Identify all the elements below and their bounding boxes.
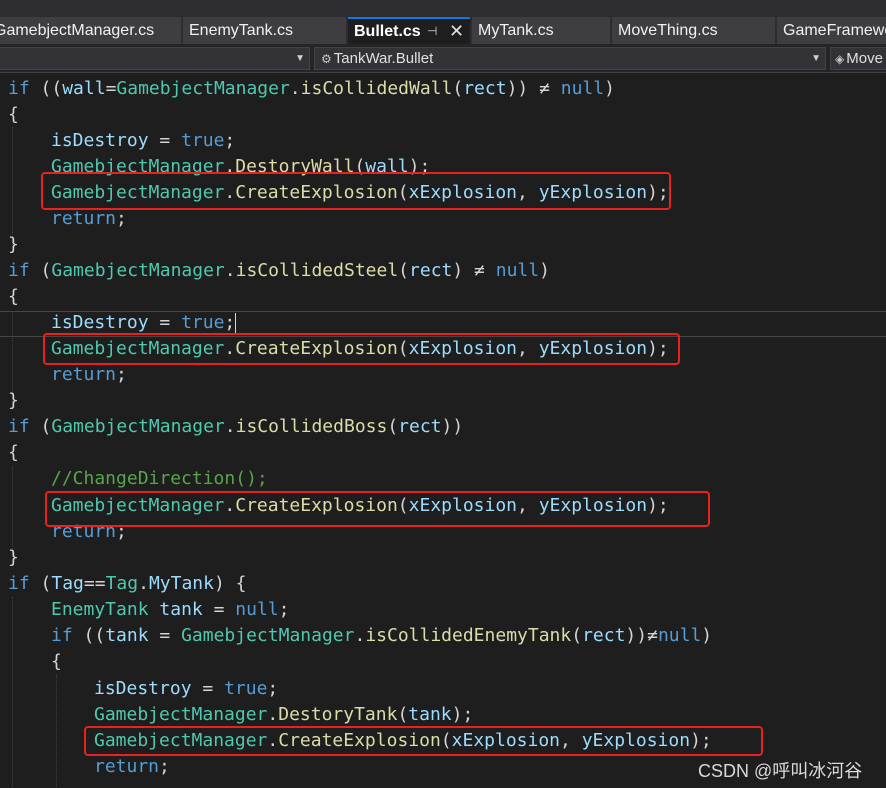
navigation-bar: ▼ ⚙ TankWar.Bullet ▼ ◈ Move — [0, 44, 886, 73]
class-icon: ⚙ — [321, 52, 332, 66]
tab-label: Bullet.cs — [354, 23, 421, 40]
class-dropdown[interactable]: ⚙ TankWar.Bullet ▼ — [314, 47, 826, 70]
highlight-box — [84, 726, 763, 756]
class-dropdown-label: TankWar.Bullet — [333, 50, 434, 67]
code-line: } — [8, 547, 19, 568]
tab-label: GameFramework.cs — [783, 22, 886, 39]
code-line: if (GamebjectManager.isCollidedBoss(rect… — [8, 416, 464, 437]
code-line: } — [8, 390, 19, 411]
tab-enemytank[interactable]: EnemyTank.cs — [183, 17, 346, 44]
code-line: { — [8, 442, 19, 463]
chevron-down-icon: ▼ — [295, 53, 305, 64]
tab-gamebjectmanager[interactable]: GamebjectManager.cs — [0, 17, 181, 44]
tab-bullet[interactable]: Bullet.cs ⊣ ✕ — [348, 17, 470, 44]
code-line: //ChangeDirection(); — [51, 468, 268, 489]
member-dropdown[interactable]: ◈ Move — [830, 47, 886, 70]
project-dropdown[interactable]: ▼ — [0, 47, 310, 70]
code-line: if ((wall=GamebjectManager.isCollidedWal… — [8, 78, 615, 99]
member-dropdown-label: Move — [846, 50, 883, 67]
highlight-box — [43, 333, 680, 365]
code-line: if (Tag==Tag.MyTank) { — [8, 573, 247, 594]
code-line: EnemyTank tank = null; — [51, 599, 290, 620]
tab-label: MoveThing.cs — [618, 22, 718, 39]
method-icon: ◈ — [835, 52, 845, 66]
tab-gameframework[interactable]: GameFramework.cs — [777, 17, 886, 44]
chevron-down-icon: ▼ — [811, 53, 821, 64]
code-line: if ((tank = GamebjectManager.isCollidedE… — [51, 625, 713, 646]
watermark: CSDN @呼叫冰河谷 — [698, 761, 863, 781]
code-line: isDestroy = true; — [51, 130, 236, 151]
indent-guide — [12, 597, 13, 788]
indent-guide — [12, 127, 13, 247]
tab-label: GamebjectManager.cs — [0, 22, 155, 39]
code-line: { — [51, 651, 62, 672]
code-line: { — [8, 286, 19, 307]
indent-guide — [56, 675, 57, 788]
code-line: return; — [51, 364, 127, 385]
close-icon[interactable]: ✕ — [449, 19, 464, 44]
tab-label: EnemyTank.cs — [189, 22, 294, 39]
pin-icon[interactable]: ⊣ — [427, 19, 437, 44]
code-editor[interactable]: if ((wall=GamebjectManager.isCollidedWal… — [0, 73, 886, 788]
code-line: return; — [94, 756, 170, 777]
tab-movething[interactable]: MoveThing.cs — [612, 17, 775, 44]
text-cursor — [235, 313, 237, 333]
highlight-box — [41, 172, 671, 210]
code-line: GamebjectManager.DestoryTank(tank); — [94, 704, 474, 725]
highlight-box — [45, 491, 710, 527]
code-line: { — [8, 104, 19, 125]
tab-mytank[interactable]: MyTank.cs — [472, 17, 610, 44]
indent-guide — [12, 467, 13, 557]
code-line: isDestroy = true; — [94, 678, 279, 699]
tab-label: MyTank.cs — [478, 22, 554, 39]
code-line: } — [8, 234, 19, 255]
code-line: if (GamebjectManager.isCollidedSteel(rec… — [8, 260, 550, 281]
document-tab-bar: GamebjectManager.cs EnemyTank.cs Bullet.… — [0, 0, 886, 44]
